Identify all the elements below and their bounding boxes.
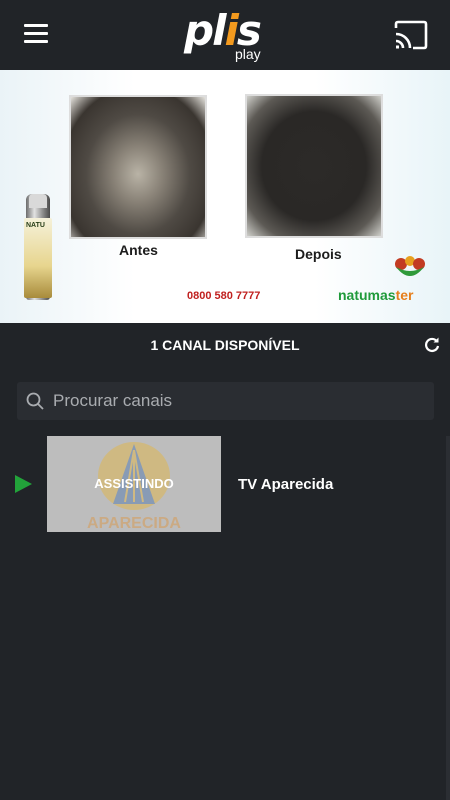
product-cap [29,194,47,208]
channels-header: 1 CANAL DISPONÍVEL [0,323,450,367]
brand-name: natumaster [338,287,414,303]
cast-button[interactable] [393,19,429,51]
channel-thumbnail: APARECIDA ASSISTINDO [47,436,221,532]
product-label [24,218,52,298]
hamburger-menu-icon [24,24,48,27]
product-label-text: NATU [26,222,45,229]
before-caption: Antes [119,242,158,258]
brand-heart-logo-icon [395,256,425,276]
video-player[interactable]: Antes Depois 0800 580 7777 NATU natumast… [0,70,450,323]
scrollbar[interactable] [446,436,450,800]
refresh-icon [425,337,440,353]
playing-indicator-icon [15,475,32,493]
channel-list-item[interactable]: APARECIDA ASSISTINDO TV Aparecida [0,436,446,532]
hamburger-menu-icon-line [24,40,48,43]
hamburger-menu-icon-line [24,32,48,35]
before-photo [69,95,207,239]
refresh-button[interactable] [423,336,441,354]
app-logo: plis play [184,8,274,64]
after-photo [245,94,383,238]
app-logo-sub: play [235,46,261,62]
ad-phone-number: 0800 580 7777 [187,290,261,302]
channel-name: TV Aparecida [238,476,334,493]
app-toolbar: plis play [0,0,450,70]
search-icon [26,392,44,410]
channel-search [17,382,434,420]
cast-icon [394,20,428,50]
watching-status: ASSISTINDO [94,476,174,491]
channel-count-label: 1 CANAL DISPONÍVEL [150,337,300,353]
search-input[interactable] [53,382,423,420]
menu-button[interactable] [24,24,48,46]
after-caption: Depois [295,246,342,262]
